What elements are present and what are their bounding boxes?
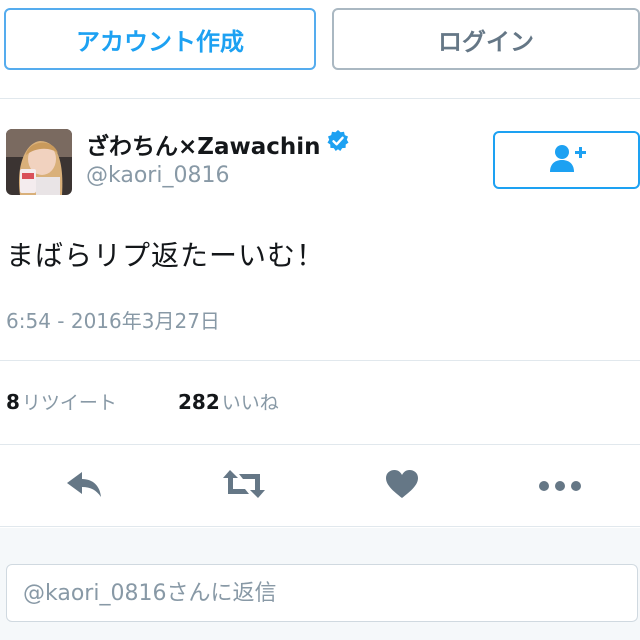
- more-icon: [538, 477, 582, 496]
- more-button[interactable]: [538, 468, 582, 504]
- follow-button[interactable]: [493, 131, 640, 189]
- avatar[interactable]: [6, 129, 72, 195]
- heart-icon: [385, 469, 419, 503]
- retweet-count: 8: [6, 390, 20, 414]
- reply-button[interactable]: [62, 468, 106, 504]
- tweet-actions: [0, 446, 640, 524]
- reply-icon: [64, 469, 104, 503]
- divider: [0, 444, 640, 445]
- like-stat[interactable]: 282 いいね: [178, 388, 279, 415]
- display-name[interactable]: ざわちん×Zawachin: [86, 127, 321, 161]
- retweet-stat[interactable]: 8 リツイート: [6, 388, 117, 415]
- divider: [0, 526, 640, 527]
- signup-button[interactable]: アカウント作成: [4, 8, 316, 70]
- retweet-icon: [221, 468, 267, 504]
- divider: [0, 360, 640, 361]
- like-count: 282: [178, 390, 220, 414]
- tweet-header: ざわちん×Zawachin @kaori_0816: [0, 99, 640, 219]
- avatar-image: [6, 129, 72, 195]
- tweet-timestamp[interactable]: 6:54 - 2016年3月27日: [6, 305, 220, 334]
- verified-badge-icon: [326, 129, 350, 153]
- login-button[interactable]: ログイン: [332, 8, 640, 70]
- reply-area: [0, 528, 640, 640]
- reply-input[interactable]: [6, 564, 638, 622]
- like-button[interactable]: [380, 468, 424, 504]
- user-handle[interactable]: @kaori_0816: [86, 163, 229, 188]
- top-bar: アカウント作成 ログイン: [0, 0, 640, 99]
- follow-user-icon: [547, 143, 587, 177]
- tweet-stats: 8 リツイート 282 いいね: [0, 380, 640, 424]
- tweet-text: まばらリプ返たーいむ！: [6, 239, 326, 272]
- retweet-button[interactable]: [222, 468, 266, 504]
- retweet-label: リツイート: [21, 392, 117, 414]
- like-label: いいね: [221, 392, 279, 414]
